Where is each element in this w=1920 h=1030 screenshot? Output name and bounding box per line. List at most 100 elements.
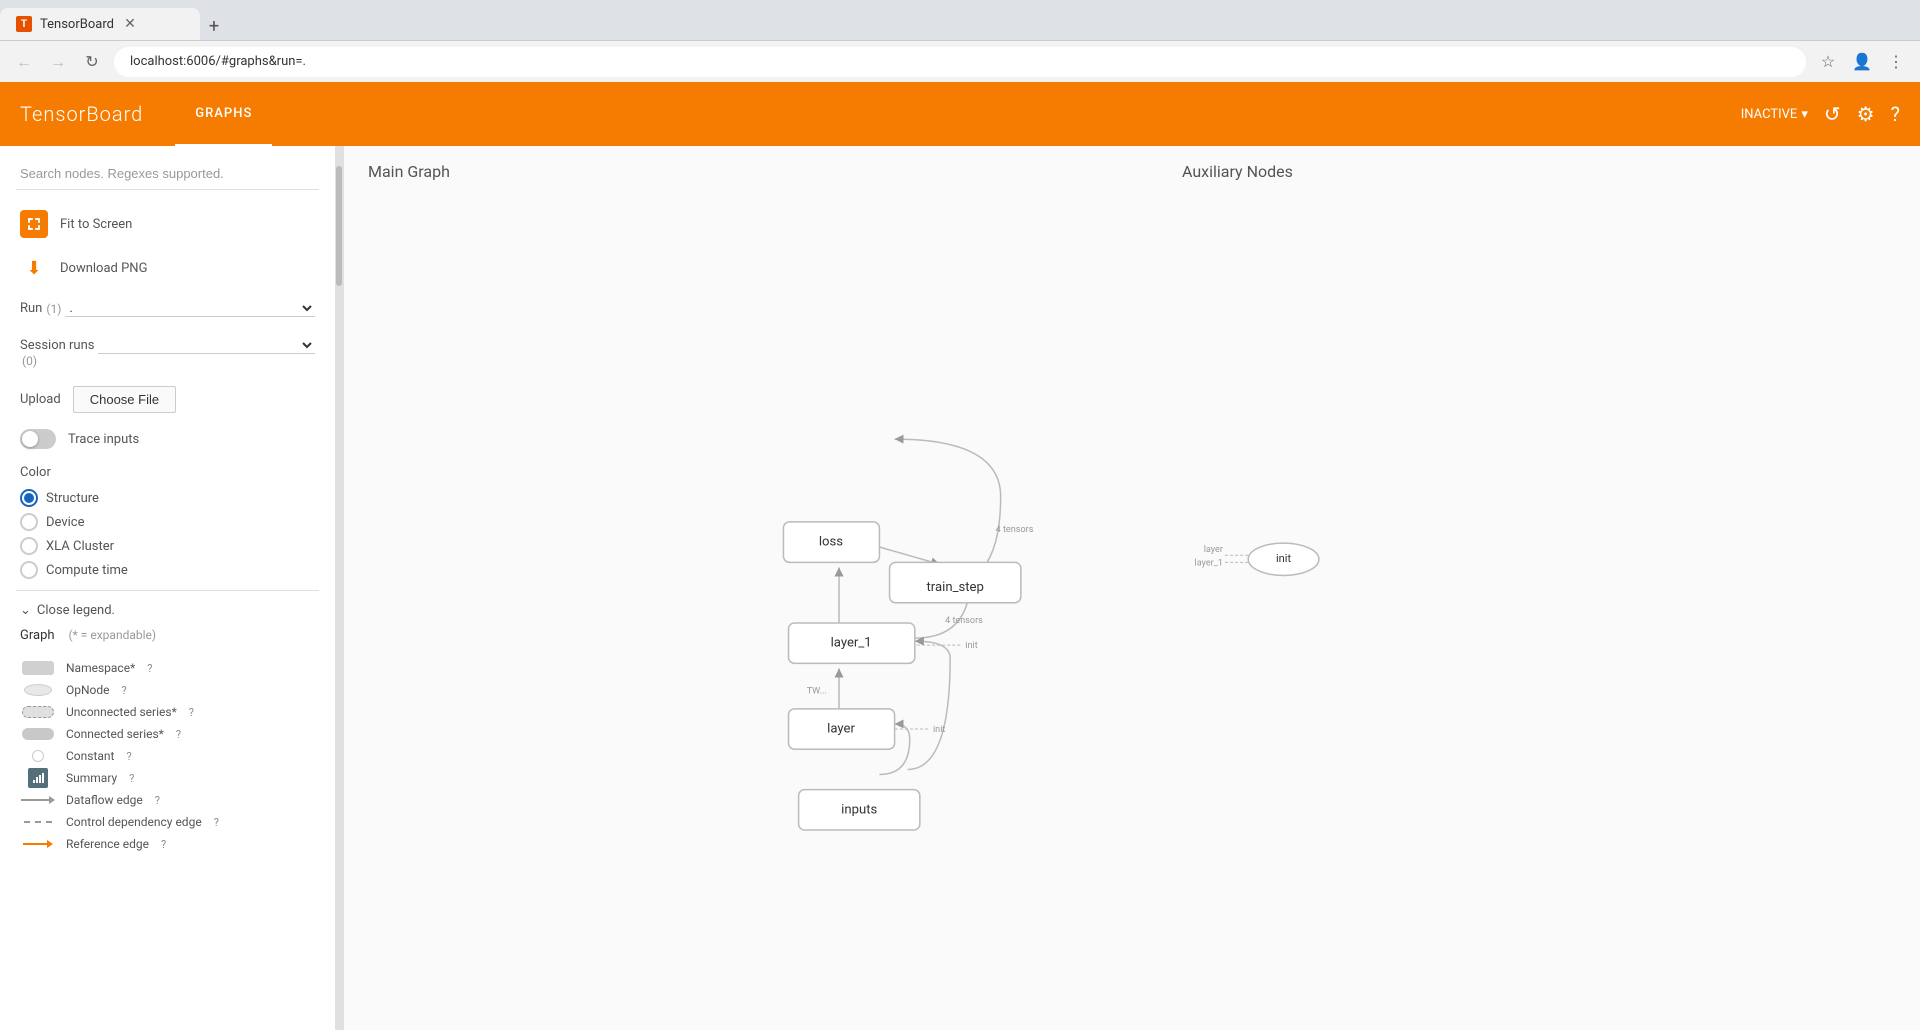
svg-text:layer: layer	[1204, 545, 1223, 555]
color-xla-option[interactable]: XLA Cluster	[20, 534, 315, 558]
legend-connected: Connected series* ?	[20, 723, 315, 745]
star-icon[interactable]: ☆	[1816, 50, 1840, 74]
legend-control: Control dependency edge ?	[20, 811, 315, 833]
legend-constant: Constant ?	[20, 745, 315, 767]
node-loss[interactable]: loss	[819, 535, 843, 550]
color-compute-radio[interactable]	[20, 561, 38, 579]
namespace-badge[interactable]: ?	[147, 662, 152, 675]
session-runs-label: Session runs	[20, 338, 94, 353]
app: TensorBoard GRAPHS INACTIVE ▾ ↺ ⚙ ?	[0, 82, 1920, 1030]
aux-node-init[interactable]: init	[1276, 552, 1292, 565]
color-structure-label: Structure	[46, 491, 99, 506]
color-structure-radio[interactable]	[20, 489, 38, 507]
tab-close-button[interactable]: ✕	[122, 16, 138, 32]
menu-icon[interactable]: ⋮	[1884, 50, 1908, 74]
control-badge[interactable]: ?	[214, 816, 219, 829]
auxiliary-nodes-label: Auxiliary Nodes	[1182, 162, 1293, 181]
summary-icon	[20, 770, 56, 786]
session-runs-count: (0)	[20, 354, 315, 368]
fit-to-screen-button[interactable]: Fit to Screen	[16, 202, 319, 246]
scrollbar-thumb[interactable]	[336, 166, 342, 286]
toggle-knob	[22, 431, 38, 447]
unconnected-icon	[20, 704, 56, 720]
url-bar[interactable]: localhost:6006/#graphs&run=.	[114, 47, 1806, 77]
namespace-icon	[20, 660, 56, 676]
sidebar-scrollbar[interactable]	[335, 146, 343, 1030]
dataflow-label: Dataflow edge	[66, 793, 143, 807]
run-count: (1)	[46, 302, 61, 316]
connected-badge[interactable]: ?	[176, 728, 181, 741]
node-layer-1[interactable]: layer_1	[831, 636, 872, 651]
node-train-step[interactable]: train_step	[927, 580, 984, 595]
dataflow-icon	[20, 792, 56, 808]
run-select[interactable]: .	[65, 300, 315, 317]
settings-icon[interactable]: ⚙	[1857, 102, 1875, 126]
upload-row: Upload Choose File	[16, 378, 319, 421]
color-xla-radio[interactable]	[20, 537, 38, 555]
session-runs-section: Session runs (0)	[16, 327, 319, 378]
header-right: INACTIVE ▾ ↺ ⚙ ?	[1741, 102, 1900, 126]
reference-label: Reference edge	[66, 837, 149, 851]
unconnected-badge[interactable]: ?	[189, 706, 194, 719]
legend-expandable-label: (* = expandable)	[69, 628, 157, 642]
sidebar: Fit to Screen ⬇ Download PNG Run (1)	[0, 146, 344, 1030]
run-label: Run	[20, 301, 42, 316]
color-label: Color	[20, 465, 315, 480]
app-header: TensorBoard GRAPHS INACTIVE ▾ ↺ ⚙ ?	[0, 82, 1920, 146]
graph-svg[interactable]: 4 tensors 4 tensors TW...	[344, 186, 1920, 1030]
active-tab[interactable]: T TensorBoard ✕	[0, 8, 200, 40]
choose-file-button[interactable]: Choose File	[73, 386, 176, 413]
constant-label: Constant	[66, 749, 114, 763]
opnode-icon	[20, 682, 56, 698]
tab-favicon: T	[16, 16, 32, 32]
app-title: TensorBoard	[20, 102, 143, 126]
forward-button[interactable]: →	[46, 50, 70, 74]
new-tab-button[interactable]: +	[200, 12, 228, 40]
constant-icon	[20, 748, 56, 764]
svg-text:init: init	[965, 641, 977, 651]
nav-link-graphs[interactable]: GRAPHS	[175, 82, 272, 146]
reference-badge[interactable]: ?	[161, 838, 166, 851]
opnode-label: OpNode	[66, 683, 110, 697]
color-xla-label: XLA Cluster	[46, 539, 114, 554]
color-structure-option[interactable]: Structure	[20, 486, 315, 510]
download-icon: ⬇	[20, 254, 48, 282]
control-label: Control dependency edge	[66, 815, 202, 829]
legend-section: ⌄ Close legend. Graph (* = expandable)	[16, 590, 319, 867]
reload-button[interactable]: ↻	[80, 50, 104, 74]
constant-badge[interactable]: ?	[126, 750, 131, 763]
connected-icon	[20, 726, 56, 742]
inactive-dropdown[interactable]: INACTIVE ▾	[1741, 107, 1808, 122]
node-layer[interactable]: layer	[827, 721, 855, 736]
session-runs-select[interactable]	[98, 337, 315, 354]
main-layout: Fit to Screen ⬇ Download PNG Run (1)	[0, 146, 1920, 1030]
profile-icon[interactable]: 👤	[1850, 50, 1874, 74]
run-section: Run (1) .	[16, 290, 319, 327]
connected-label: Connected series*	[66, 727, 164, 741]
opnode-badge[interactable]: ?	[122, 684, 127, 697]
legend-summary: Summary ?	[20, 767, 315, 789]
nav-links: GRAPHS	[175, 82, 272, 146]
back-button[interactable]: ←	[12, 50, 36, 74]
tab-title: TensorBoard	[40, 17, 114, 32]
summary-label: Summary	[66, 771, 117, 785]
svg-text:layer_1: layer_1	[1195, 558, 1223, 568]
main-graph-label: Main Graph	[368, 162, 450, 181]
fit-to-screen-label: Fit to Screen	[60, 217, 132, 232]
color-compute-option[interactable]: Compute time	[20, 558, 315, 582]
node-inputs[interactable]: inputs	[841, 802, 877, 817]
reference-icon	[20, 836, 56, 852]
tab-bar: T TensorBoard ✕ +	[0, 0, 1920, 40]
refresh-icon[interactable]: ↺	[1824, 102, 1841, 126]
close-legend-button[interactable]: ⌄ Close legend.	[20, 603, 315, 618]
upload-label: Upload	[20, 392, 61, 407]
color-device-option[interactable]: Device	[20, 510, 315, 534]
download-png-button[interactable]: ⬇ Download PNG	[16, 246, 319, 290]
dataflow-badge[interactable]: ?	[155, 794, 160, 807]
search-input[interactable]	[16, 158, 319, 190]
help-icon[interactable]: ?	[1891, 102, 1900, 126]
trace-inputs-toggle[interactable]	[20, 429, 56, 449]
color-device-radio[interactable]	[20, 513, 38, 531]
summary-badge[interactable]: ?	[129, 772, 134, 785]
graph-area[interactable]: Main Graph Auxiliary Nodes	[344, 146, 1920, 1030]
